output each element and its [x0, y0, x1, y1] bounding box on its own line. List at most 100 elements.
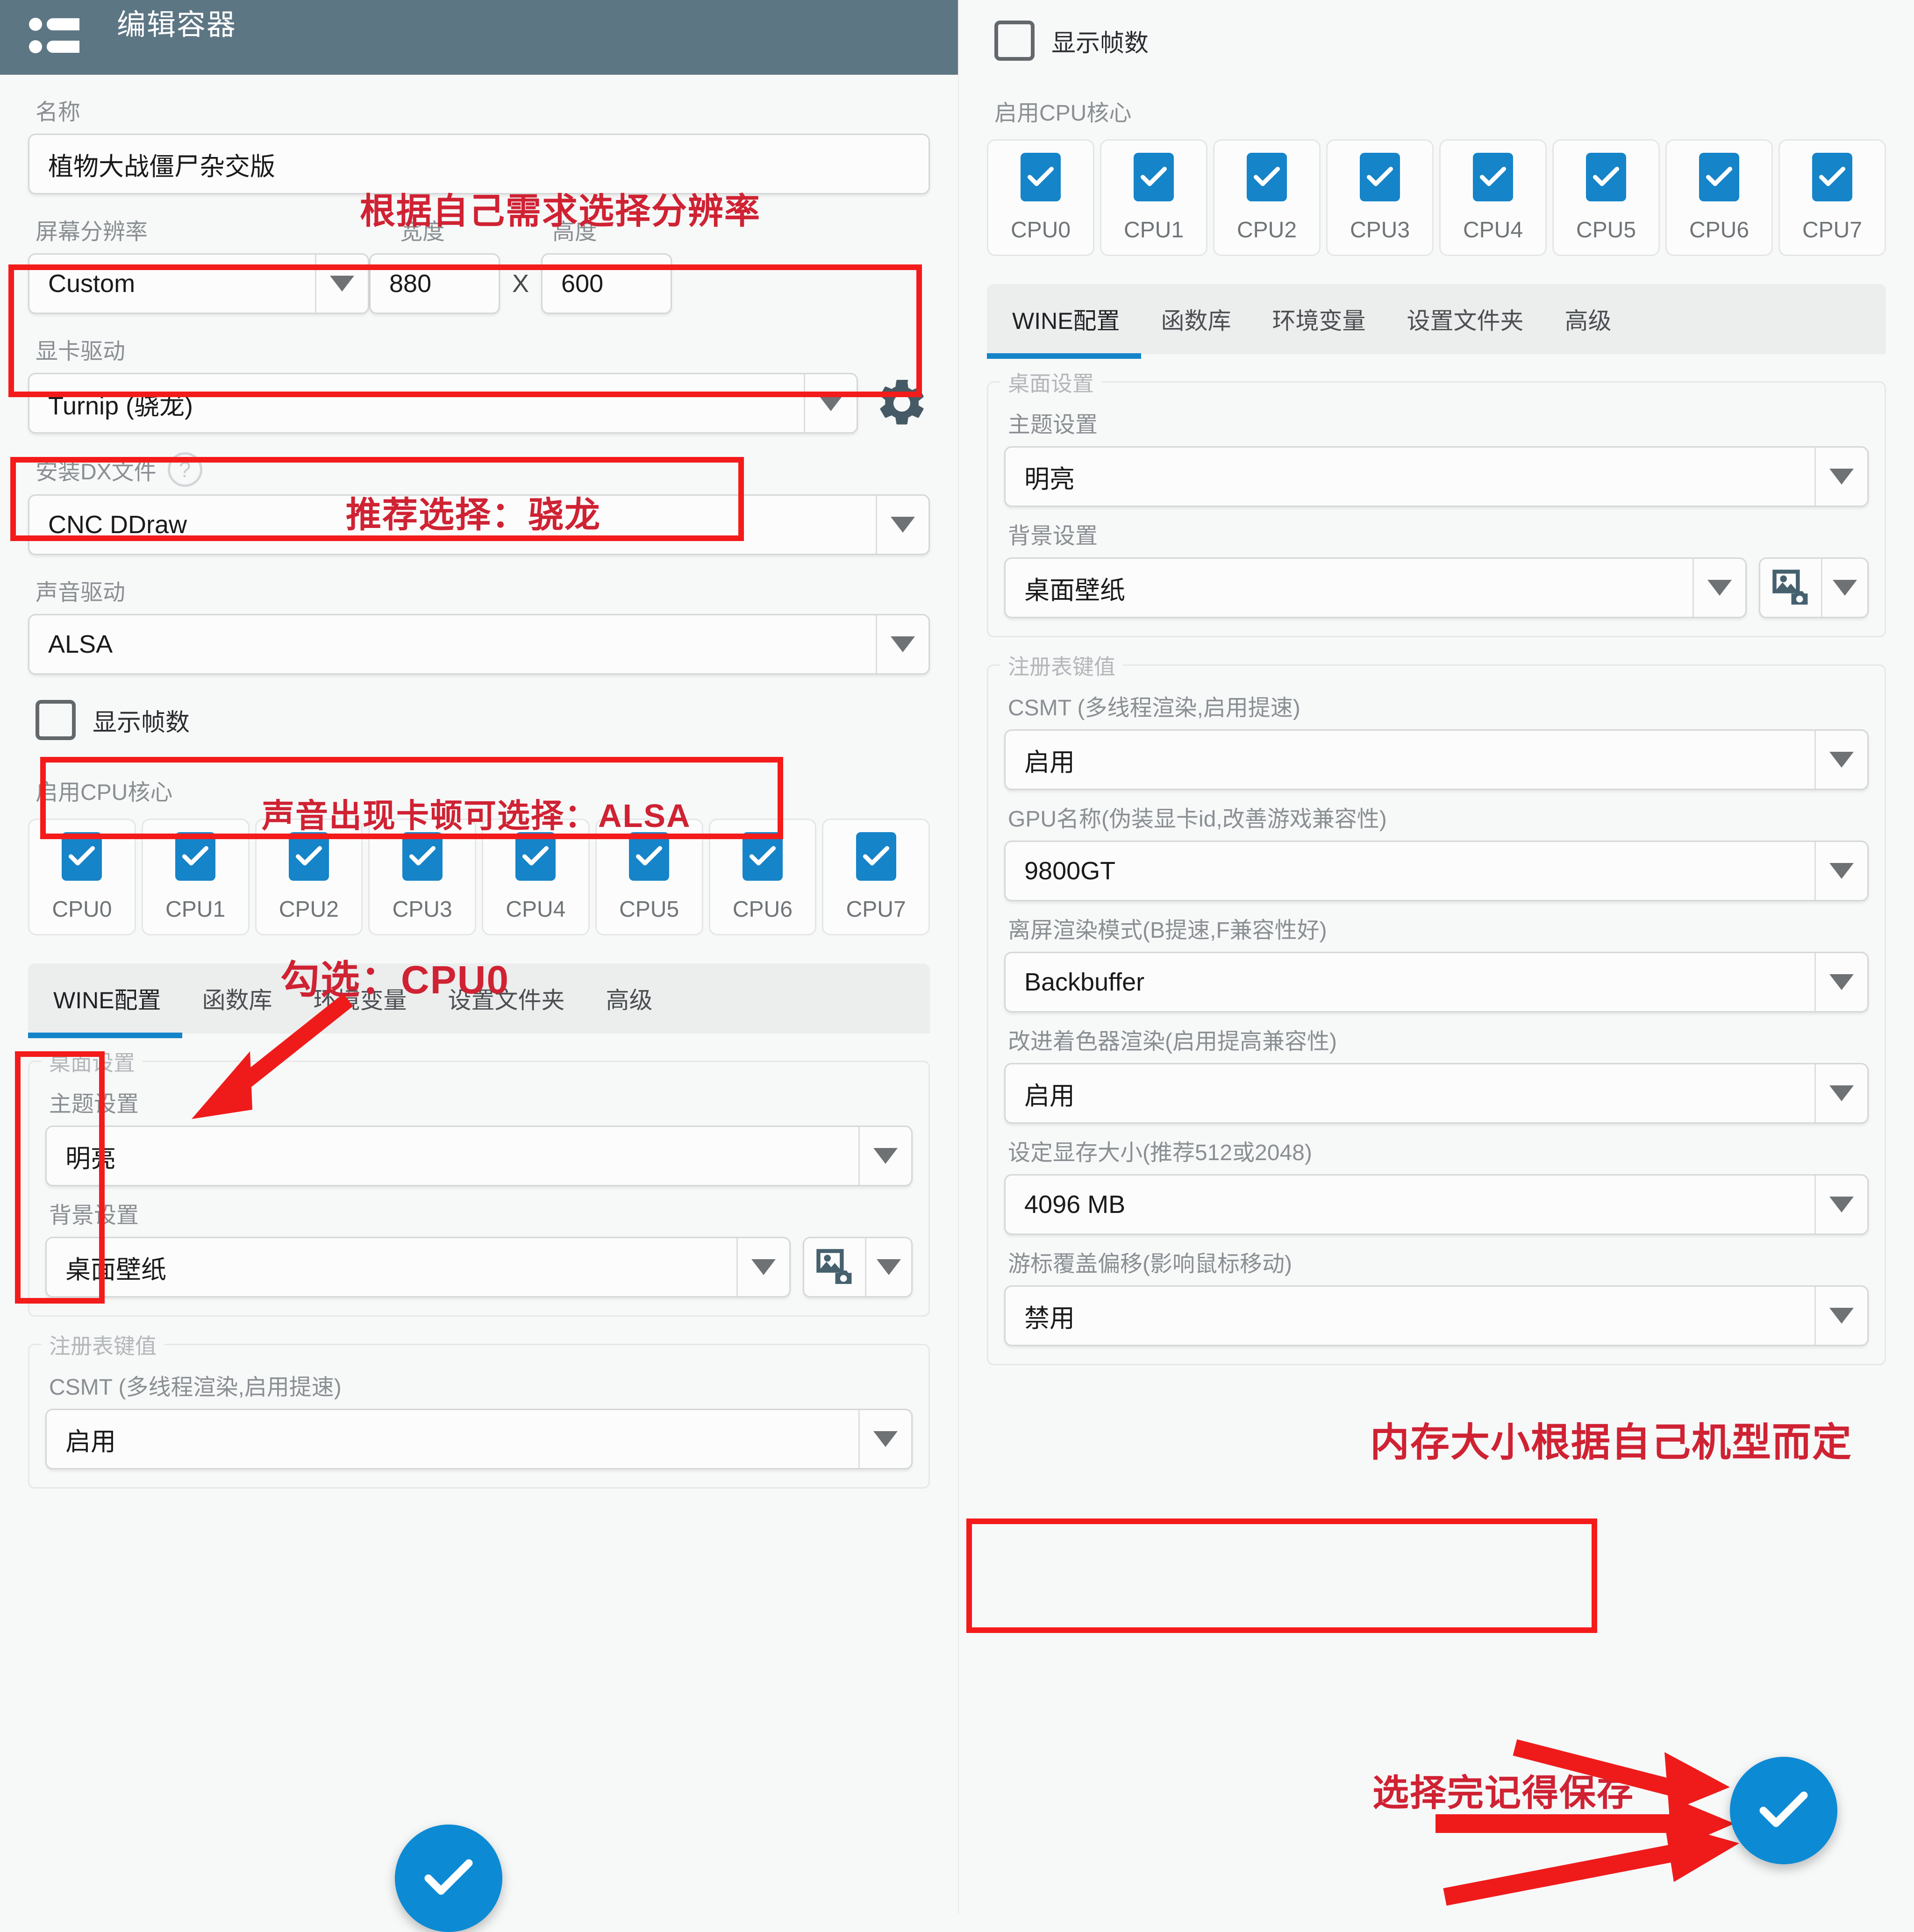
- list-icon[interactable]: [28, 10, 85, 64]
- chevron-down-icon[interactable]: [1816, 1085, 1867, 1101]
- cpu-core-item[interactable]: CPU7: [1778, 139, 1886, 256]
- cpu-checkbox[interactable]: [1812, 152, 1852, 201]
- gpu-name-select[interactable]: 9800GT: [1004, 841, 1869, 901]
- cpu-core-item[interactable]: CPU6: [1665, 139, 1773, 256]
- image-camera-icon[interactable]: [804, 1246, 865, 1289]
- cpu-core-item[interactable]: CPU4: [482, 819, 590, 935]
- tab-active-indicator: [28, 1033, 182, 1038]
- dx-label: 安装DX文件: [36, 460, 157, 485]
- tab-libraries[interactable]: 函数库: [1141, 302, 1252, 336]
- cpu-core-item[interactable]: CPU7: [822, 819, 930, 935]
- save-fab-left[interactable]: [395, 1825, 502, 1932]
- cpu-core-item[interactable]: CPU4: [1439, 139, 1547, 256]
- show-fps-row-right[interactable]: 显示帧数: [994, 21, 1886, 61]
- cpu-checkbox[interactable]: [1473, 152, 1513, 201]
- cpu-checkbox[interactable]: [1360, 152, 1400, 201]
- show-fps-checkbox[interactable]: [36, 700, 76, 740]
- chevron-down-icon[interactable]: [316, 276, 368, 292]
- cpu-core-label: CPU7: [846, 897, 906, 922]
- chevron-down-icon[interactable]: [1816, 974, 1867, 990]
- cpu-checkbox[interactable]: [402, 832, 443, 881]
- cpu-checkbox[interactable]: [1021, 152, 1061, 201]
- cpu-core-label: CPU5: [1576, 217, 1636, 242]
- cpu-core-item[interactable]: CPU0: [987, 139, 1094, 256]
- show-fps-checkbox[interactable]: [994, 21, 1035, 61]
- chevron-down-icon[interactable]: [1822, 580, 1867, 596]
- help-icon[interactable]: ?: [167, 452, 202, 487]
- theme-select[interactable]: 明亮: [1004, 446, 1869, 507]
- background-select[interactable]: 桌面壁纸: [1004, 557, 1747, 618]
- cpu-core-item[interactable]: CPU1: [1100, 139, 1207, 256]
- tab-wine-config[interactable]: WINE配置: [987, 302, 1141, 336]
- cpu-checkbox[interactable]: [856, 832, 896, 881]
- cpu-core-item[interactable]: CPU3: [368, 819, 476, 935]
- csmt-select[interactable]: 启用: [1004, 729, 1869, 790]
- cpu-core-label: CPU6: [1689, 217, 1750, 242]
- cpu-checkbox[interactable]: [515, 832, 556, 881]
- image-camera-icon[interactable]: [1760, 566, 1821, 609]
- dx-select[interactable]: CNC DDraw: [28, 494, 930, 555]
- width-input[interactable]: 880: [369, 253, 500, 314]
- tab-advanced[interactable]: 高级: [586, 982, 673, 1015]
- tab-folders[interactable]: 设置文件夹: [428, 982, 586, 1015]
- gear-icon[interactable]: [874, 375, 930, 431]
- background-select[interactable]: 桌面壁纸: [45, 1237, 791, 1298]
- cpu-core-item[interactable]: CPU2: [1213, 139, 1321, 256]
- chevron-down-icon[interactable]: [738, 1259, 789, 1275]
- cpu-checkbox[interactable]: [742, 832, 783, 881]
- background-picker[interactable]: [803, 1237, 913, 1298]
- cpu-core-item[interactable]: CPU3: [1326, 139, 1434, 256]
- tab-libraries[interactable]: 函数库: [182, 982, 293, 1015]
- cpu-checkbox[interactable]: [1247, 152, 1287, 201]
- cpu-core-item[interactable]: CPU1: [141, 819, 250, 935]
- cpu-core-label: CPU4: [1463, 217, 1523, 242]
- chevron-down-icon[interactable]: [860, 1431, 911, 1447]
- tab-env-vars[interactable]: 环境变量: [293, 982, 428, 1015]
- cpu-checkbox[interactable]: [629, 832, 670, 881]
- resolution-select[interactable]: Custom: [28, 253, 369, 314]
- cpu-core-label: CPU3: [1350, 217, 1410, 242]
- chevron-down-icon[interactable]: [877, 517, 928, 533]
- theme-select[interactable]: 明亮: [45, 1126, 913, 1186]
- chevron-down-icon[interactable]: [1816, 1308, 1867, 1324]
- chevron-down-icon[interactable]: [1816, 752, 1867, 768]
- cpu-core-item[interactable]: CPU5: [1552, 139, 1660, 256]
- vram-select[interactable]: 4096 MB: [1004, 1174, 1869, 1235]
- tab-advanced[interactable]: 高级: [1544, 302, 1632, 336]
- shader-select[interactable]: 启用: [1004, 1063, 1869, 1124]
- cpu-checkbox[interactable]: [288, 832, 329, 881]
- audio-driver-select[interactable]: ALSA: [28, 614, 930, 675]
- chevron-down-icon[interactable]: [877, 636, 928, 652]
- cpu-core-item[interactable]: CPU0: [28, 819, 136, 935]
- tab-wine-config[interactable]: WINE配置: [28, 982, 182, 1015]
- save-fab-right[interactable]: [1730, 1757, 1837, 1864]
- chevron-down-icon[interactable]: [860, 1148, 911, 1164]
- offscreen-mode-select[interactable]: Backbuffer: [1004, 952, 1869, 1012]
- background-value: 桌面壁纸: [1024, 576, 1125, 605]
- cpu-checkbox[interactable]: [1134, 152, 1174, 201]
- chevron-down-icon[interactable]: [1816, 863, 1867, 879]
- cpu-core-item[interactable]: CPU6: [708, 819, 817, 935]
- chevron-down-icon[interactable]: [1816, 469, 1867, 485]
- cpu-core-item[interactable]: CPU2: [255, 819, 363, 935]
- tab-env-vars[interactable]: 环境变量: [1252, 302, 1386, 336]
- gfx-driver-select[interactable]: Turnip (骁龙): [28, 373, 858, 434]
- cpu-checkbox[interactable]: [1586, 152, 1626, 201]
- cursor-offset-value: 禁用: [1024, 1304, 1075, 1333]
- chevron-down-icon[interactable]: [866, 1259, 911, 1275]
- chevron-down-icon[interactable]: [1816, 1197, 1867, 1212]
- show-fps-row[interactable]: 显示帧数: [36, 700, 930, 740]
- tab-folders[interactable]: 设置文件夹: [1386, 302, 1544, 336]
- name-input[interactable]: 植物大战僵尸杂交版: [28, 134, 930, 194]
- cpu-checkbox[interactable]: [62, 832, 102, 881]
- cursor-offset-select[interactable]: 禁用: [1004, 1285, 1869, 1346]
- chevron-down-icon[interactable]: [1694, 580, 1745, 596]
- cpu-core-item[interactable]: CPU5: [595, 819, 703, 935]
- chevron-down-icon[interactable]: [805, 395, 857, 411]
- csmt-select[interactable]: 启用: [45, 1409, 913, 1469]
- background-picker[interactable]: [1759, 557, 1869, 618]
- csmt-value: 启用: [65, 1427, 116, 1456]
- cpu-checkbox[interactable]: [175, 832, 216, 881]
- height-input[interactable]: 600: [541, 253, 672, 314]
- cpu-checkbox[interactable]: [1699, 152, 1739, 201]
